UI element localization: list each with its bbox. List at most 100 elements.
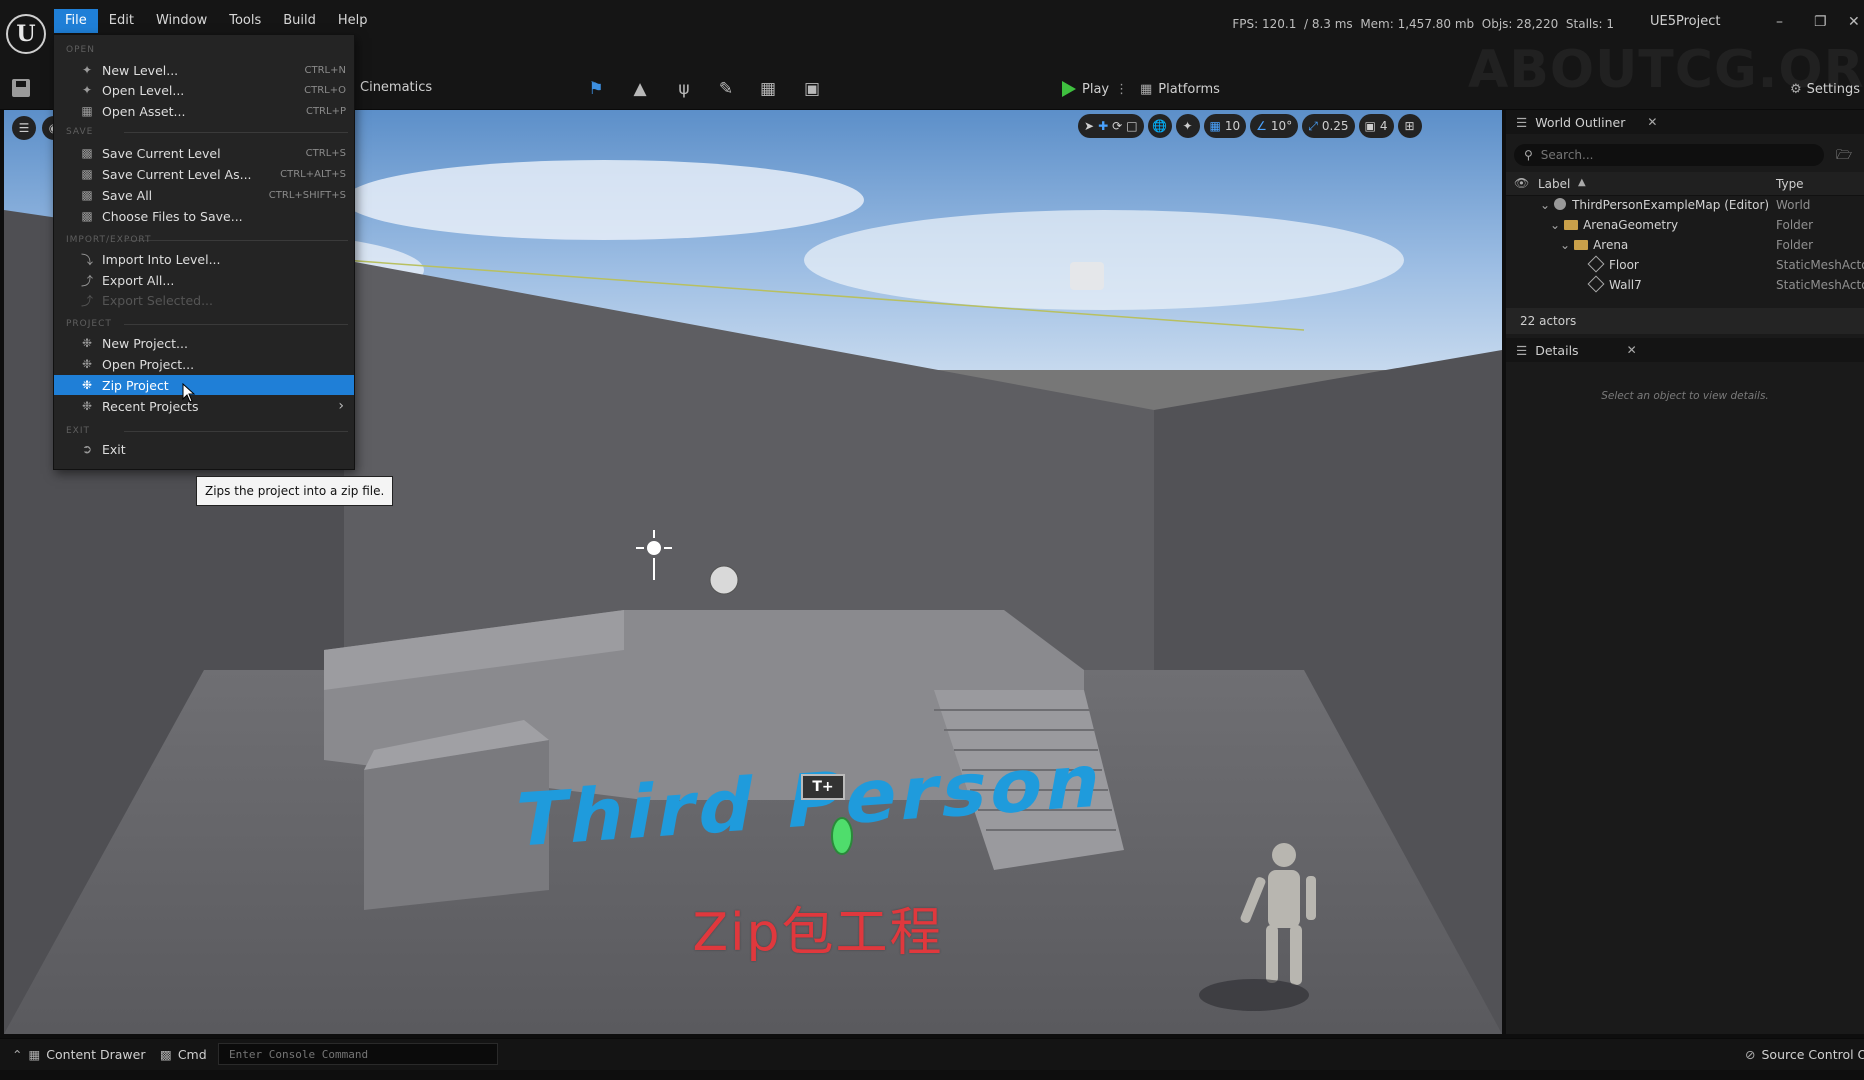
scale-icon[interactable]: □ [1126,119,1137,133]
status-bar: ⌃ ▦ Content Drawer ▩ Cmd ⊘ Source Contro… [0,1038,1864,1070]
tree-row[interactable]: ⌄ ArenaGeometry Folder [1506,218,1864,238]
menu-item-label: New Level... [102,62,179,78]
landscape-mode-icon[interactable]: ▲ [628,77,652,101]
play-button[interactable]: Play ⋮ [1062,78,1128,100]
close-icon[interactable]: ✕ [1848,14,1860,30]
add-folder-icon[interactable]: 🗁 [1836,146,1852,168]
tree-row-type: Folder [1776,218,1814,232]
restore-icon[interactable]: ❐ [1814,14,1827,30]
foliage-mode-icon[interactable]: ψ [672,77,696,101]
world-local-icon[interactable]: 🌐 [1147,114,1172,138]
menu-export-all[interactable]: ⤴ Export All... [54,270,354,290]
tab-label: Details [1535,342,1579,358]
grid-snap-button[interactable]: ▦ 10 [1203,114,1247,138]
menu-help[interactable]: Help [327,9,379,33]
rotate-icon[interactable]: ⟳ [1112,119,1122,133]
maximize-viewport-icon[interactable]: ⊞ [1397,114,1422,138]
menu-item-label: Zip Project [102,377,169,393]
column-type[interactable]: Type [1776,177,1804,191]
source-control-button[interactable]: ⊘ Source Control Of [1745,1047,1864,1062]
menu-tools[interactable]: Tools [218,9,272,33]
menu-export-selected[interactable]: ⤴ Export Selected... [54,290,354,310]
cmd-label: Cmd [177,1047,207,1062]
menu-open-level[interactable]: ✦ Open Level... CTRL+O [54,80,354,100]
modeling-mode-icon[interactable]: ▣ [800,77,824,101]
menu-save-all[interactable]: ▩ Save All CTRL+SHIFT+S [54,185,354,205]
hamburger-menu-icon[interactable]: ☰ [12,116,36,140]
menu-new-project[interactable]: ❉ New Project... [54,333,354,353]
menu-file[interactable]: File [54,9,98,33]
outliner-column-header: 👁 Label ▲ Type [1506,172,1864,196]
menu-item-label: Choose Files to Save... [102,208,243,224]
menu-item-shortcut: CTRL+ALT+S [280,168,346,180]
menu-save-current-level[interactable]: ▩ Save Current Level CTRL+S [54,143,354,163]
menu-item-shortcut: CTRL+SHIFT+S [268,189,346,201]
tree-row-name: Arena [1593,238,1629,252]
select-arrow-icon[interactable]: ➤ [1084,119,1094,133]
cmd-button[interactable]: ▩ Cmd [160,1047,207,1062]
folder-icon [1564,220,1579,230]
menu-save-current-level-as[interactable]: ▩ Save Current Level As... CTRL+ALT+S [54,164,354,184]
open-project-icon: ❉ [81,357,93,371]
search-input[interactable] [1540,148,1801,162]
menu-open-project[interactable]: ❉ Open Project... [54,354,354,374]
menu-choose-files-to-save[interactable]: ▩ Choose Files to Save... [54,206,354,226]
transform-tools[interactable]: ➤ ✚ ⟳ □ [1078,114,1144,138]
visibility-eye-icon[interactable]: 👁 [1514,176,1529,190]
translate-icon[interactable]: ✚ [1098,119,1108,133]
surface-snapping-icon[interactable]: ✦ [1175,114,1200,138]
expand-chevron-icon[interactable]: ⌄ [1550,218,1560,232]
export-selected-icon: ⤴ [80,293,93,308]
expand-chevron-icon[interactable]: ⌄ [1540,198,1550,212]
menu-exit[interactable]: ➲ Exit [54,439,354,459]
menu-open-asset[interactable]: ▦ Open Asset... CTRL+P [54,101,354,121]
unreal-logo-icon[interactable]: U [6,14,46,54]
tree-row[interactable]: Floor StaticMeshActo [1506,255,1864,278]
outliner-search[interactable]: ⚲ [1514,144,1824,166]
rotation-snap-button[interactable]: ∠ 10° [1250,114,1299,138]
camera-speed-value: 4 [1379,119,1388,133]
save-level-icon: ▩ [81,146,93,160]
tab-world-outliner[interactable]: ☰ World Outliner ✕ [1516,110,1657,134]
tree-row-name: Floor [1609,258,1639,272]
expand-chevron-icon[interactable]: ⌄ [1560,238,1570,252]
cinematics-button[interactable]: Cinematics [360,80,432,95]
tree-row[interactable]: Wall7 StaticMeshActo [1506,275,1864,298]
tab-details[interactable]: ☰ Details ✕ [1516,338,1637,362]
menu-import-into-level[interactable]: ⤵ Import Into Level... [54,249,354,269]
menu-item-shortcut: CTRL+N [304,64,346,76]
rotation-snap-value: 10° [1270,119,1293,133]
tree-row[interactable]: ⌄ Arena Folder [1506,238,1864,258]
close-icon[interactable]: ✕ [1647,115,1657,129]
play-options-icon[interactable]: ⋮ [1115,82,1128,97]
tree-row-type: StaticMeshActo [1776,258,1864,272]
menu-item-label: Save All [102,187,153,203]
menu-bar: File Edit Window Tools Build Help [54,9,379,33]
menu-zip-project[interactable]: ❉ Zip Project [54,375,354,395]
recent-projects-icon: ❉ [81,399,93,413]
content-drawer-button[interactable]: ⌃ ▦ Content Drawer [12,1047,145,1062]
camera-speed-button[interactable]: ▣ 4 [1358,114,1394,138]
right-panel: ☰ World Outliner ✕ ⚲ 🗁 👁 Label ▲ Type ⌄ T… [1506,110,1864,1034]
menu-new-level[interactable]: ✦ New Level... CTRL+N [54,60,354,80]
tree-row[interactable]: ⌄ ThirdPersonExampleMap (Editor) World [1506,198,1864,218]
minimize-icon[interactable]: – [1776,14,1783,30]
menu-build[interactable]: Build [272,9,327,33]
tree-row-type: World [1776,198,1811,212]
console-command-input[interactable] [218,1043,498,1065]
scale-snap-button[interactable]: ⤢ 0.25 [1302,114,1355,138]
watermark: ABOUTCG.ORG [1468,40,1864,100]
menu-edit[interactable]: Edit [98,9,145,33]
mesh-paint-mode-icon[interactable]: ✎ [714,77,738,101]
platforms-button[interactable]: ▦ Platforms [1140,78,1220,100]
fracture-mode-icon[interactable]: ▦ [756,77,780,101]
close-icon[interactable]: ✕ [1627,343,1637,357]
menu-item-label: Export All... [102,272,175,288]
menu-recent-projects[interactable]: ❉ Recent Projects › [54,396,354,416]
column-label[interactable]: Label [1538,177,1570,191]
save-icon[interactable] [12,79,30,97]
cloud [344,160,864,240]
menu-window[interactable]: Window [145,9,218,33]
select-mode-icon[interactable]: ⚑ [584,77,608,101]
menu-item-label: Save Current Level [102,145,221,161]
